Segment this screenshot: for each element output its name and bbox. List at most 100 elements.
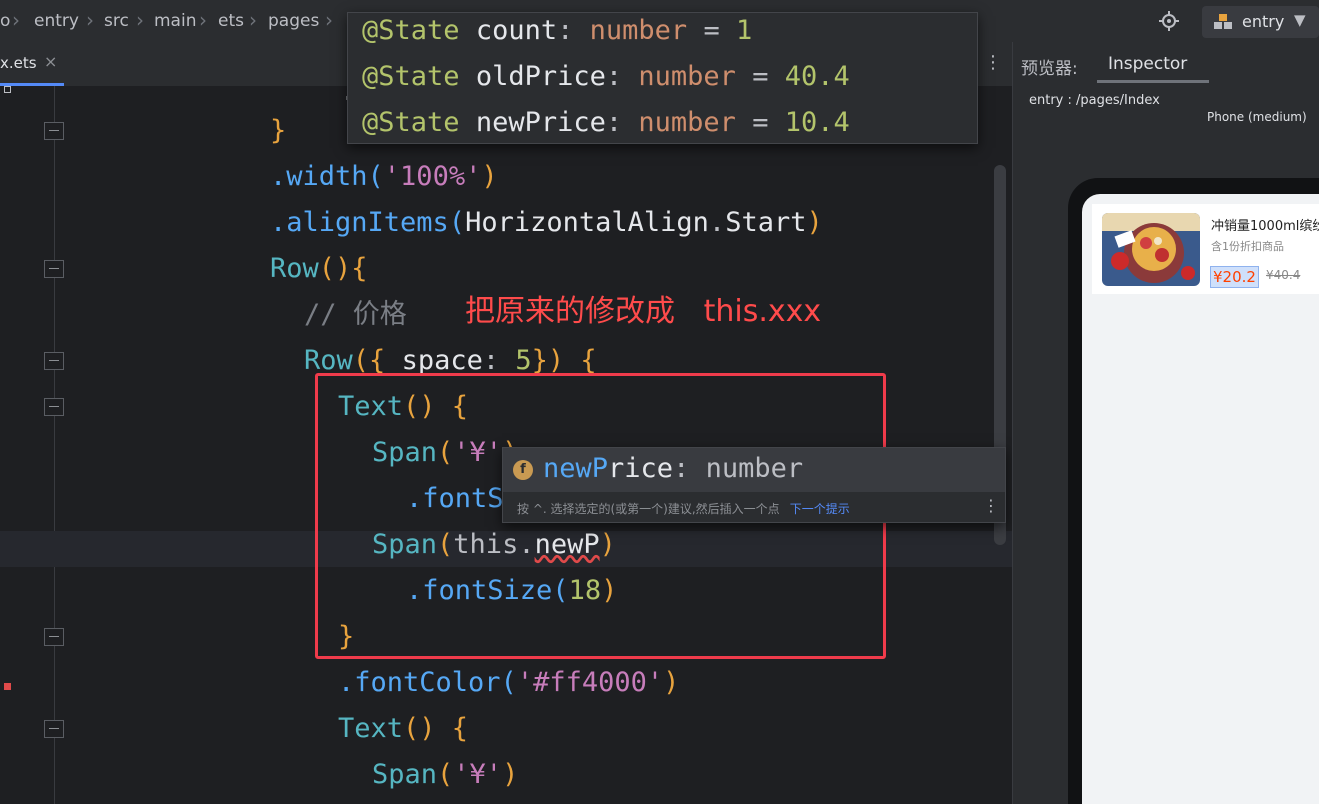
code-token: HorizontalAlign (465, 207, 709, 238)
code-token: Row (304, 345, 353, 376)
code-token: space (401, 345, 483, 376)
module-icon (1214, 14, 1232, 29)
code-token: newPrice (475, 107, 606, 138)
breakpoint-marker[interactable] (4, 683, 11, 690)
field-icon: f (513, 460, 533, 480)
code-token: Span (372, 759, 438, 790)
code-token: : (605, 107, 623, 138)
editor-gutter (0, 86, 68, 804)
code-token: 1 (735, 15, 753, 46)
code-token: = (752, 61, 769, 92)
code-token: }) { (531, 345, 597, 376)
code-token: ) (663, 667, 680, 698)
annotation-text: 把原来的修改成 this.xxx (465, 294, 822, 329)
more-options-icon[interactable]: ⋮ (983, 496, 999, 515)
product-title: 冲销量1000ml缤纷 (1211, 219, 1319, 234)
code-line: .width('100%') (270, 160, 498, 194)
state-line: @State newPrice: number = 10.4 (362, 107, 850, 138)
chevron-down-icon: ▼ (1294, 11, 1306, 29)
next-tip-link[interactable]: 下一个提示 (790, 502, 850, 516)
fold-icon[interactable] (44, 260, 64, 278)
code-line: // 价格 (304, 298, 407, 332)
breadcrumb-item-src[interactable]: src (104, 11, 129, 31)
code-token: Row (270, 253, 319, 284)
state-line: @State count: number = 1 (362, 15, 752, 46)
code-token: oldPrice (475, 61, 606, 92)
code-token: : (605, 61, 623, 92)
code-token: number (589, 15, 688, 46)
breadcrumb-separator: › (136, 8, 144, 32)
fold-icon[interactable] (44, 628, 64, 646)
fold-icon[interactable] (44, 720, 64, 738)
code-token: (){ (318, 253, 368, 284)
completion-item-text: newPrice: number (543, 453, 803, 484)
code-token: .alignItems( (270, 207, 466, 238)
code-token: : (557, 15, 574, 46)
run-config-label: entry (1242, 12, 1285, 31)
breadcrumb-item-project[interactable]: o (0, 11, 10, 31)
code-comment: // 价格 (304, 299, 407, 330)
price-new[interactable]: ¥20.2 (1210, 266, 1259, 288)
completion-item-newprice[interactable]: f newPrice: number (503, 448, 1005, 492)
fold-icon[interactable] (44, 352, 64, 370)
fold-icon[interactable] (44, 122, 64, 140)
code-line: Row(){ (270, 252, 368, 286)
preview-path: entry : /pages/Index (1029, 93, 1160, 108)
completion-sep: : (673, 453, 706, 484)
price-old: ¥40.4 (1266, 268, 1301, 282)
tab-label: x.ets (0, 54, 37, 72)
code-line: .fontColor('#ff4000') (338, 666, 679, 700)
code-token: ) (502, 759, 519, 790)
code-completion-popup[interactable]: f newPrice: number 按 ^. 选择选定的(或第一个)建议,然后… (502, 447, 1006, 523)
code-token: 5 (515, 345, 532, 376)
code-token: .fontColor( (338, 667, 517, 698)
code-token: } (270, 115, 287, 146)
code-token: @State (362, 15, 460, 46)
code-token: 40.4 (784, 61, 850, 92)
breadcrumb-item-main[interactable]: main (154, 11, 196, 31)
code-token: count (475, 15, 558, 46)
locate-icon[interactable] (1158, 10, 1180, 32)
code-line: } (270, 114, 286, 148)
code-token: ) (481, 161, 498, 192)
gutter-marker (4, 86, 11, 93)
code-token: '100%' (383, 161, 482, 192)
active-tab-indicator (1097, 80, 1209, 83)
state-declarations-popup: @State count: number = 1 @State oldPrice… (347, 12, 978, 144)
product-subtitle: 含1份折扣商品 (1211, 240, 1284, 253)
code-token: = (703, 15, 720, 46)
code-token: : (482, 345, 516, 376)
fold-guide (54, 86, 55, 804)
close-icon[interactable]: × (44, 52, 57, 71)
code-line: Span('¥') (372, 758, 518, 792)
completion-match: newP (543, 453, 609, 484)
completion-hint: 按 ^. 选择选定的(或第一个)建议,然后插入一个点 下一个提示 (517, 500, 850, 517)
code-token: .width( (270, 161, 384, 192)
more-options-icon[interactable]: ⋮ (984, 52, 1002, 73)
run-configuration-dropdown[interactable]: entry ▼ (1202, 6, 1319, 38)
breadcrumb-item-entry[interactable]: entry (34, 11, 79, 31)
code-line: Text() { (338, 712, 468, 746)
breadcrumb-item-ets[interactable]: ets (218, 11, 244, 31)
code-token: ({ (352, 345, 402, 376)
breadcrumb-separator: › (12, 8, 20, 32)
code-token: number (638, 107, 736, 138)
breadcrumb-separator: › (86, 8, 94, 32)
code-token: = (752, 107, 769, 138)
code-token: Start (725, 207, 807, 238)
completion-type: number (705, 453, 804, 484)
completion-rest: rice (608, 453, 674, 484)
code-token: Text (338, 713, 404, 744)
product-image (1102, 213, 1200, 286)
fold-icon[interactable] (44, 398, 64, 416)
code-token: number (638, 61, 736, 92)
code-token: 10.4 (784, 107, 850, 138)
code-token: ) (806, 207, 823, 238)
breadcrumb-separator: › (325, 8, 333, 32)
tab-inspector[interactable]: Inspector (1108, 54, 1187, 74)
device-label[interactable]: Phone (medium) (1207, 110, 1307, 124)
breadcrumb-item-pages[interactable]: pages (268, 11, 319, 31)
tab-index-ets[interactable]: x.ets × (0, 42, 64, 86)
code-line: .alignItems(HorizontalAlign.Start) (270, 206, 823, 240)
code-token: '¥' (453, 759, 503, 790)
